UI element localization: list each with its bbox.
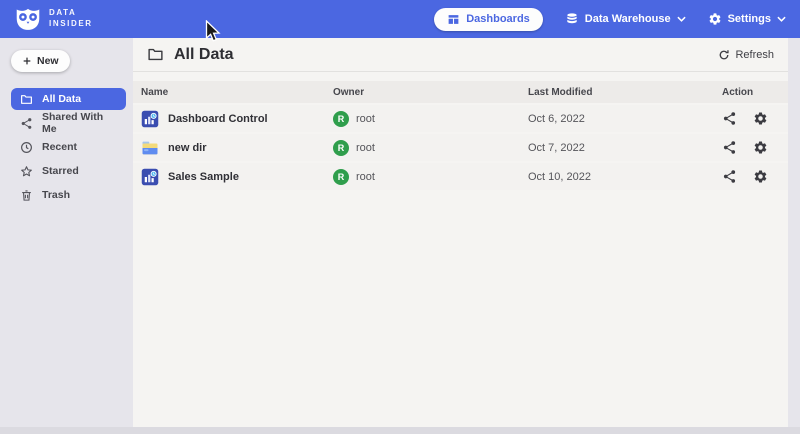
plus-icon: [22, 56, 32, 66]
settings-action-icon[interactable]: [753, 111, 768, 126]
refresh-button[interactable]: Refresh: [718, 49, 774, 61]
owner-avatar: R: [333, 140, 349, 156]
brand-logo: DATA INSIDER: [14, 6, 93, 32]
owl-logo-icon: [14, 6, 42, 32]
owner-name: root: [356, 142, 375, 154]
gear-icon: [708, 12, 722, 26]
file-name[interactable]: new dir: [168, 142, 207, 154]
dashboard-grid-icon: [447, 13, 460, 26]
top-bar: DATA INSIDER Dashboards Data Warehouse: [0, 0, 800, 38]
table-header-row: Name Owner Last Modified Action: [133, 81, 788, 103]
chevron-down-icon: [677, 16, 686, 22]
page-title: All Data: [174, 46, 234, 64]
star-icon: [20, 165, 33, 178]
sidebar-item-all-data[interactable]: All Data: [11, 88, 126, 110]
sidebar-item-trash[interactable]: Trash: [11, 184, 126, 206]
refresh-icon: [718, 49, 730, 61]
clock-icon: [20, 141, 33, 154]
dashboard-file-icon: [141, 168, 159, 186]
header-action: Action: [718, 87, 788, 98]
last-modified: Oct 7, 2022: [528, 142, 718, 154]
sidebar: New All Data Shared With Me Recent Starr…: [0, 38, 133, 427]
header-owner: Owner: [333, 87, 528, 98]
table-row[interactable]: Dashboard Control R root Oct 6, 2022: [133, 105, 788, 132]
owner-name: root: [356, 171, 375, 183]
new-button[interactable]: New: [11, 50, 70, 72]
database-icon: [565, 12, 579, 26]
table-row[interactable]: new dir R root Oct 7, 2022: [133, 134, 788, 161]
bottom-edge: [0, 427, 800, 434]
settings-menu[interactable]: Settings: [708, 12, 786, 26]
main-panel: All Data Refresh Name Owner Last Modifie…: [133, 38, 788, 427]
sidebar-item-starred[interactable]: Starred: [11, 160, 126, 182]
dashboards-button[interactable]: Dashboards: [434, 8, 543, 31]
settings-action-icon[interactable]: [753, 169, 768, 184]
share-icon: [20, 117, 33, 130]
share-action-icon[interactable]: [722, 140, 737, 155]
folder-file-icon: [141, 139, 159, 157]
data-warehouse-menu[interactable]: Data Warehouse: [565, 12, 686, 26]
folder-icon: [147, 46, 164, 63]
brand-name: DATA INSIDER: [49, 8, 93, 30]
header-name: Name: [133, 87, 333, 98]
trash-icon: [20, 189, 33, 202]
dashboard-file-icon: [141, 110, 159, 128]
right-margin: [788, 38, 800, 427]
last-modified: Oct 10, 2022: [528, 171, 718, 183]
sidebar-item-shared-with-me[interactable]: Shared With Me: [11, 112, 126, 134]
file-table: Name Owner Last Modified Action D: [133, 81, 788, 190]
share-action-icon[interactable]: [722, 111, 737, 126]
folder-icon: [20, 93, 33, 106]
table-row[interactable]: Sales Sample R root Oct 10, 2022: [133, 163, 788, 190]
file-name[interactable]: Dashboard Control: [168, 113, 268, 125]
sidebar-item-recent[interactable]: Recent: [11, 136, 126, 158]
file-name[interactable]: Sales Sample: [168, 171, 239, 183]
owner-name: root: [356, 113, 375, 125]
owner-avatar: R: [333, 111, 349, 127]
owner-avatar: R: [333, 169, 349, 185]
settings-action-icon[interactable]: [753, 140, 768, 155]
share-action-icon[interactable]: [722, 169, 737, 184]
main-header: All Data Refresh: [133, 38, 788, 72]
chevron-down-icon: [777, 16, 786, 22]
header-last-modified: Last Modified: [528, 87, 718, 98]
last-modified: Oct 6, 2022: [528, 113, 718, 125]
